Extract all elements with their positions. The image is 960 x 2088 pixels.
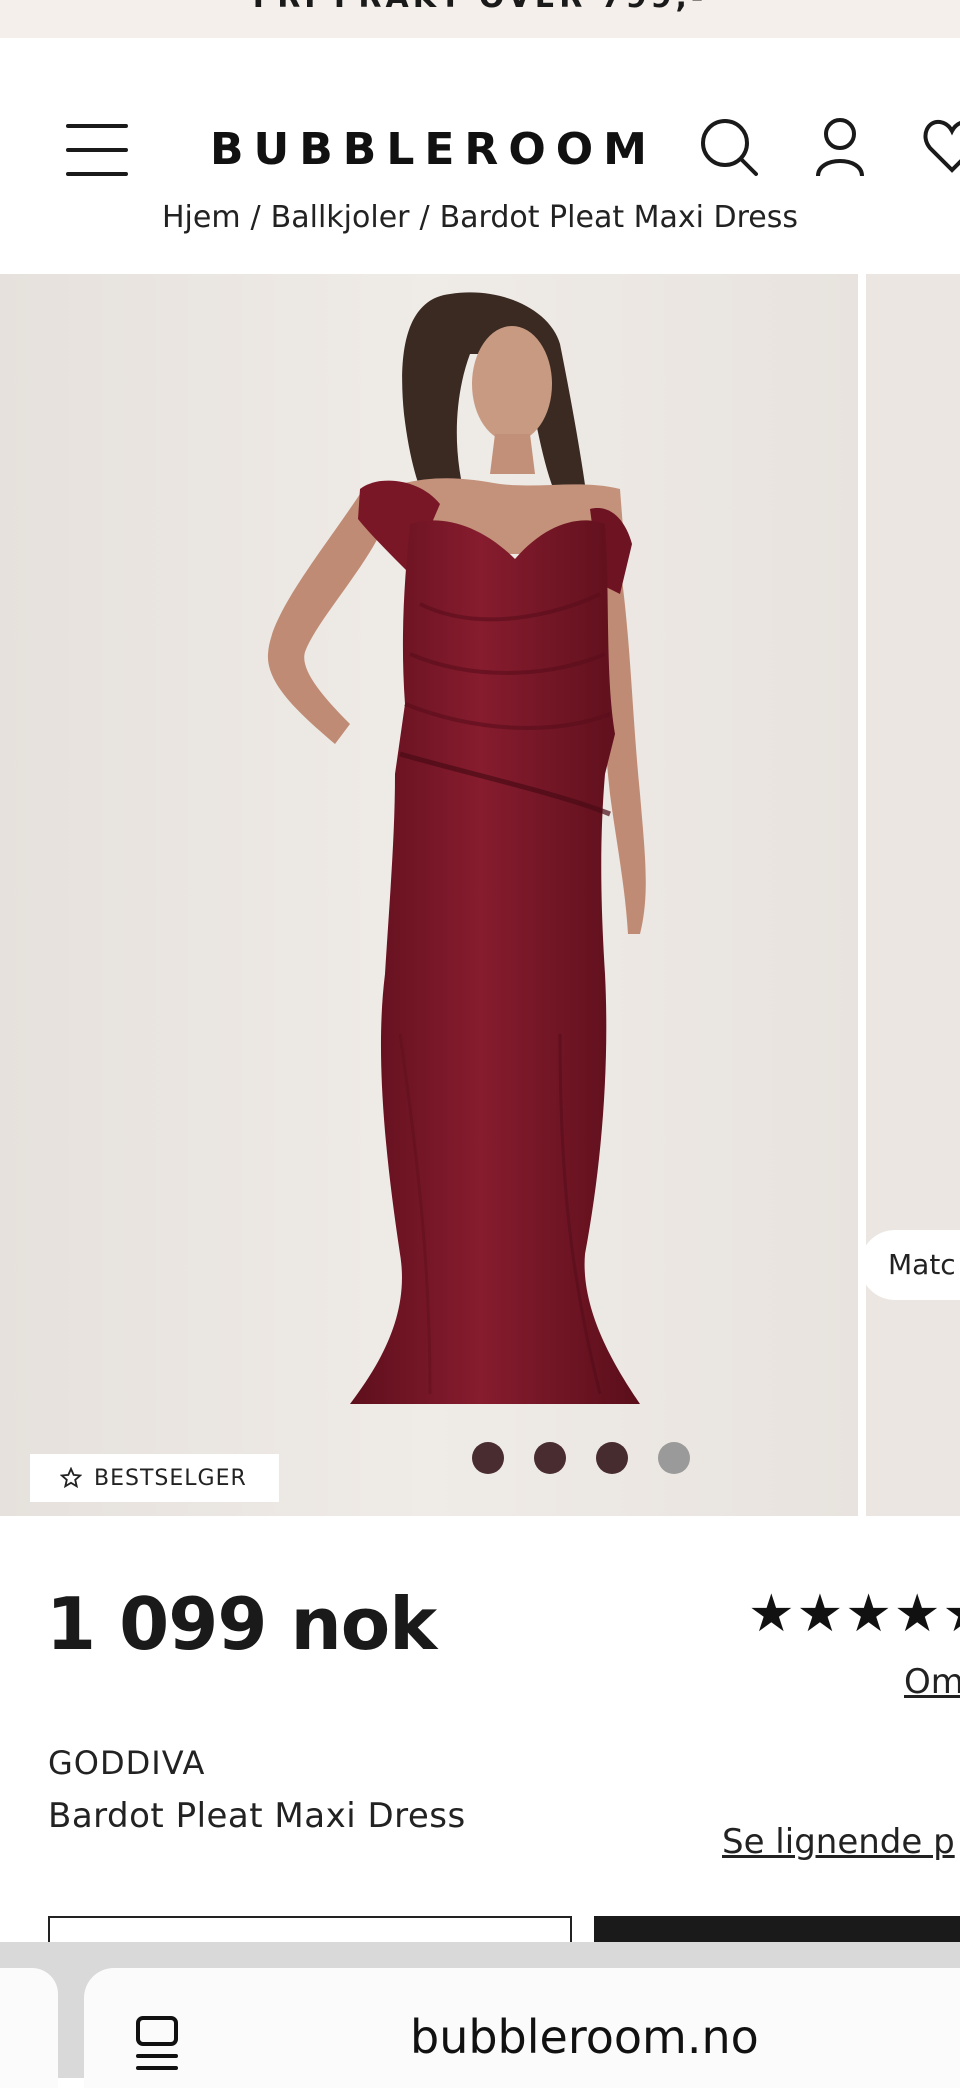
- search-icon[interactable]: [698, 116, 760, 178]
- reviews-link[interactable]: Om: [904, 1662, 960, 1702]
- product-image-next[interactable]: [866, 274, 960, 1516]
- product-brand[interactable]: GODDIVA: [48, 1744, 205, 1782]
- match-outfit-button[interactable]: Matc: [860, 1230, 960, 1300]
- breadcrumb-category[interactable]: Ballkjoler: [271, 200, 410, 235]
- gallery-dot-4[interactable]: [658, 1442, 690, 1474]
- product-gallery[interactable]: Matc BESTSELGER: [0, 274, 960, 1516]
- breadcrumb-home[interactable]: Hjem: [162, 200, 241, 235]
- product-name: Bardot Pleat Maxi Dress: [48, 1796, 466, 1836]
- account-icon[interactable]: [814, 116, 866, 178]
- gallery-dot-1[interactable]: [472, 1442, 504, 1474]
- bestseller-badge: BESTSELGER: [30, 1454, 279, 1502]
- bestseller-badge-label: BESTSELGER: [94, 1465, 247, 1491]
- model-dress-photo: [0, 274, 858, 1516]
- wishlist-heart-icon[interactable]: [922, 118, 960, 174]
- gallery-dot-3[interactable]: [596, 1442, 628, 1474]
- address-bar[interactable]: bubbleroom.no: [84, 1968, 960, 2088]
- breadcrumb-current: Bardot Pleat Maxi Dress: [439, 200, 799, 235]
- menu-icon[interactable]: [66, 124, 128, 176]
- site-logo[interactable]: BUBBLEROOM: [210, 124, 657, 175]
- previous-tab[interactable]: [0, 1968, 58, 2088]
- gallery-dot-2[interactable]: [534, 1442, 566, 1474]
- browser-toolbar: bubbleroom.no: [0, 1942, 960, 2088]
- breadcrumb: Hjem / Ballkjoler / Bardot Pleat Maxi Dress: [0, 200, 960, 240]
- product-price: 1 099 nok: [46, 1582, 437, 1666]
- tabs-list-icon[interactable]: [134, 2016, 180, 2072]
- similar-products-link[interactable]: Se lignende p: [722, 1822, 955, 1862]
- address-bar-url: bubbleroom.no: [410, 2010, 759, 2064]
- rating-stars[interactable]: ★★★★★: [748, 1584, 960, 1644]
- site-header: BUBBLEROOM: [0, 38, 960, 188]
- star-outline-icon: [60, 1467, 82, 1489]
- product-image-main[interactable]: [0, 274, 858, 1516]
- promo-banner-text: FRI FRAKT OVER 799,-: [0, 0, 960, 15]
- breadcrumb-separator: /: [250, 200, 261, 235]
- breadcrumb-separator: /: [419, 200, 430, 235]
- gallery-pagination: [472, 1442, 690, 1474]
- promo-banner[interactable]: FRI FRAKT OVER 799,-: [0, 0, 960, 38]
